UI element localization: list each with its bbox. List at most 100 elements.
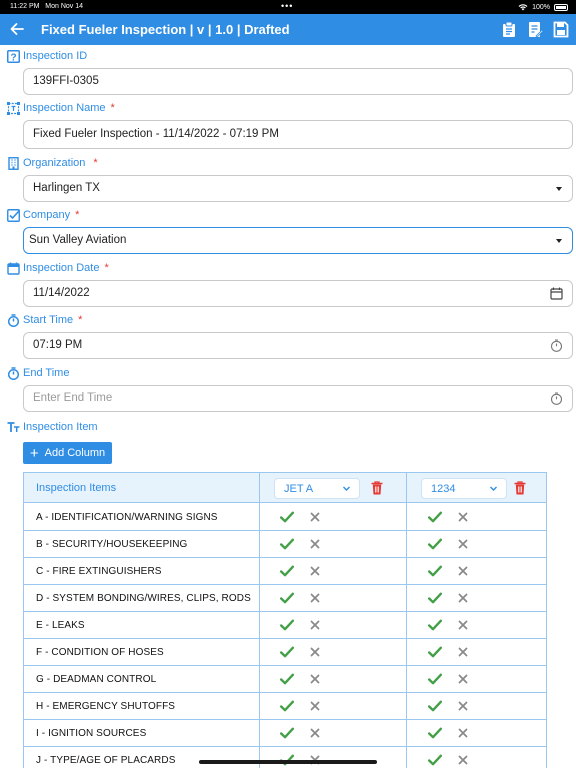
check-icon[interactable] — [428, 700, 442, 712]
check-icon[interactable] — [280, 565, 294, 577]
add-column-button[interactable]: + Add Column — [23, 442, 112, 464]
company-label: Company * — [7, 208, 79, 222]
close-icon[interactable] — [458, 647, 468, 657]
arrow-left-icon[interactable] — [10, 21, 24, 37]
close-icon[interactable] — [458, 701, 468, 711]
required-marker: * — [78, 314, 83, 326]
check-icon[interactable] — [428, 565, 442, 577]
multitasking-dots-icon[interactable]: ••• — [281, 1, 293, 11]
check-icon[interactable] — [280, 673, 294, 685]
table-row: A - IDENTIFICATION/WARNING SIGNS — [24, 504, 546, 531]
document-edit-icon[interactable] — [527, 21, 543, 38]
table-row: H - EMERGENCY SHUTOFFS — [24, 693, 546, 720]
table-header-label: Inspection Items — [36, 482, 117, 494]
close-icon[interactable] — [458, 620, 468, 630]
close-icon[interactable] — [310, 566, 320, 576]
stopwatch-icon[interactable] — [550, 392, 563, 405]
close-icon[interactable] — [310, 701, 320, 711]
inspection-date-field[interactable]: 11/14/2022 — [23, 280, 573, 307]
battery-icon — [554, 3, 568, 11]
start-time-label-text: Start Time — [23, 314, 74, 326]
check-icon[interactable] — [280, 511, 294, 523]
table-row: C - FIRE EXTINGUISHERS — [24, 558, 546, 585]
start-time-field[interactable]: 07:19 PM — [23, 332, 573, 359]
table-header: Inspection Items JET A 1234 — [24, 473, 546, 503]
close-icon[interactable] — [310, 620, 320, 630]
end-time-field[interactable]: Enter End Time — [23, 385, 573, 412]
column-1-select[interactable]: JET A — [274, 478, 360, 499]
close-icon[interactable] — [458, 674, 468, 684]
close-icon[interactable] — [458, 566, 468, 576]
organization-label-text: Organization — [23, 157, 86, 169]
required-marker: * — [104, 262, 109, 274]
close-icon[interactable] — [458, 728, 468, 738]
check-icon[interactable] — [280, 727, 294, 739]
company-select[interactable]: Sun Valley Aviation — [23, 227, 573, 254]
inspection-item-label: B - SECURITY/HOUSEKEEPING — [36, 539, 188, 550]
close-icon[interactable] — [310, 728, 320, 738]
save-icon[interactable] — [553, 21, 569, 38]
inspection-item-label: H - EMERGENCY SHUTOFFS — [36, 701, 176, 712]
app-screen: 11:22 PM Mon Nov 14 ••• 100% Fixed Fuele… — [0, 0, 576, 768]
check-icon[interactable] — [428, 619, 442, 631]
timer-icon — [7, 366, 20, 380]
check-icon[interactable] — [280, 700, 294, 712]
check-icon[interactable] — [428, 646, 442, 658]
inspection-item-label: D - SYSTEM BONDING/WIRES, CLIPS, RODS — [36, 593, 251, 604]
check-icon[interactable] — [428, 727, 442, 739]
check-icon[interactable] — [428, 592, 442, 604]
check-icon[interactable] — [428, 754, 442, 766]
company-label-text: Company — [23, 209, 71, 221]
inspection-name-field[interactable]: Fixed Fueler Inspection - 11/14/2022 - 0… — [23, 120, 573, 149]
table-row: E - LEAKS — [24, 612, 546, 639]
close-icon[interactable] — [458, 512, 468, 522]
battery-percent: 100% — [532, 3, 550, 11]
start-time-label: Start Time * — [7, 313, 82, 327]
required-marker: * — [75, 209, 80, 221]
trash-icon[interactable] — [371, 481, 383, 495]
close-icon[interactable] — [310, 647, 320, 657]
column-2-value: 1234 — [431, 483, 456, 495]
inspection-id-field[interactable]: 139FFI-0305 — [23, 68, 573, 95]
close-icon[interactable] — [310, 512, 320, 522]
status-indicators: 100% — [518, 3, 568, 11]
inspection-date-label: Inspection Date * — [7, 261, 109, 275]
end-time-label: End Time — [7, 366, 69, 380]
stopwatch-icon[interactable] — [550, 339, 563, 352]
home-indicator[interactable] — [199, 760, 377, 764]
plus-icon: + — [29, 444, 39, 462]
close-icon[interactable] — [458, 755, 468, 765]
organization-select[interactable]: Harlingen TX — [23, 175, 573, 202]
help-box-icon: ? — [7, 49, 20, 63]
inspection-date-value: 11/14/2022 — [33, 287, 90, 299]
add-column-label: Add Column — [44, 447, 106, 459]
inspection-item-label-text: Inspection Item — [23, 421, 98, 433]
column-2-select[interactable]: 1234 — [421, 478, 507, 499]
check-icon[interactable] — [280, 538, 294, 550]
organization-label: Organization * — [7, 156, 98, 170]
check-icon[interactable] — [428, 673, 442, 685]
calendar-picker-icon[interactable] — [550, 287, 563, 300]
clipboard-icon[interactable] — [501, 21, 517, 38]
text-box-icon — [7, 101, 20, 115]
close-icon[interactable] — [458, 539, 468, 549]
status-time: 11:22 PM Mon Nov 14 — [10, 3, 84, 10]
inspection-item-label: F - CONDITION OF HOSES — [36, 647, 164, 658]
check-icon[interactable] — [428, 511, 442, 523]
check-icon[interactable] — [280, 619, 294, 631]
trash-icon[interactable] — [514, 481, 526, 495]
inspection-item-label: E - LEAKS — [36, 620, 85, 631]
close-icon[interactable] — [310, 539, 320, 549]
check-icon[interactable] — [280, 646, 294, 658]
check-icon[interactable] — [428, 538, 442, 550]
close-icon[interactable] — [310, 593, 320, 603]
close-icon[interactable] — [458, 593, 468, 603]
format-text-icon — [7, 421, 20, 432]
check-icon[interactable] — [280, 592, 294, 604]
inspection-item-label: J - TYPE/AGE OF PLACARDS — [36, 755, 176, 766]
inspection-items-table: Inspection Items JET A 1234 A - IDENTIFI… — [23, 472, 547, 768]
chevron-down-icon — [343, 486, 350, 491]
close-icon[interactable] — [310, 674, 320, 684]
organization-value: Harlingen TX — [33, 182, 100, 194]
table-row: F - CONDITION OF HOSES — [24, 639, 546, 666]
